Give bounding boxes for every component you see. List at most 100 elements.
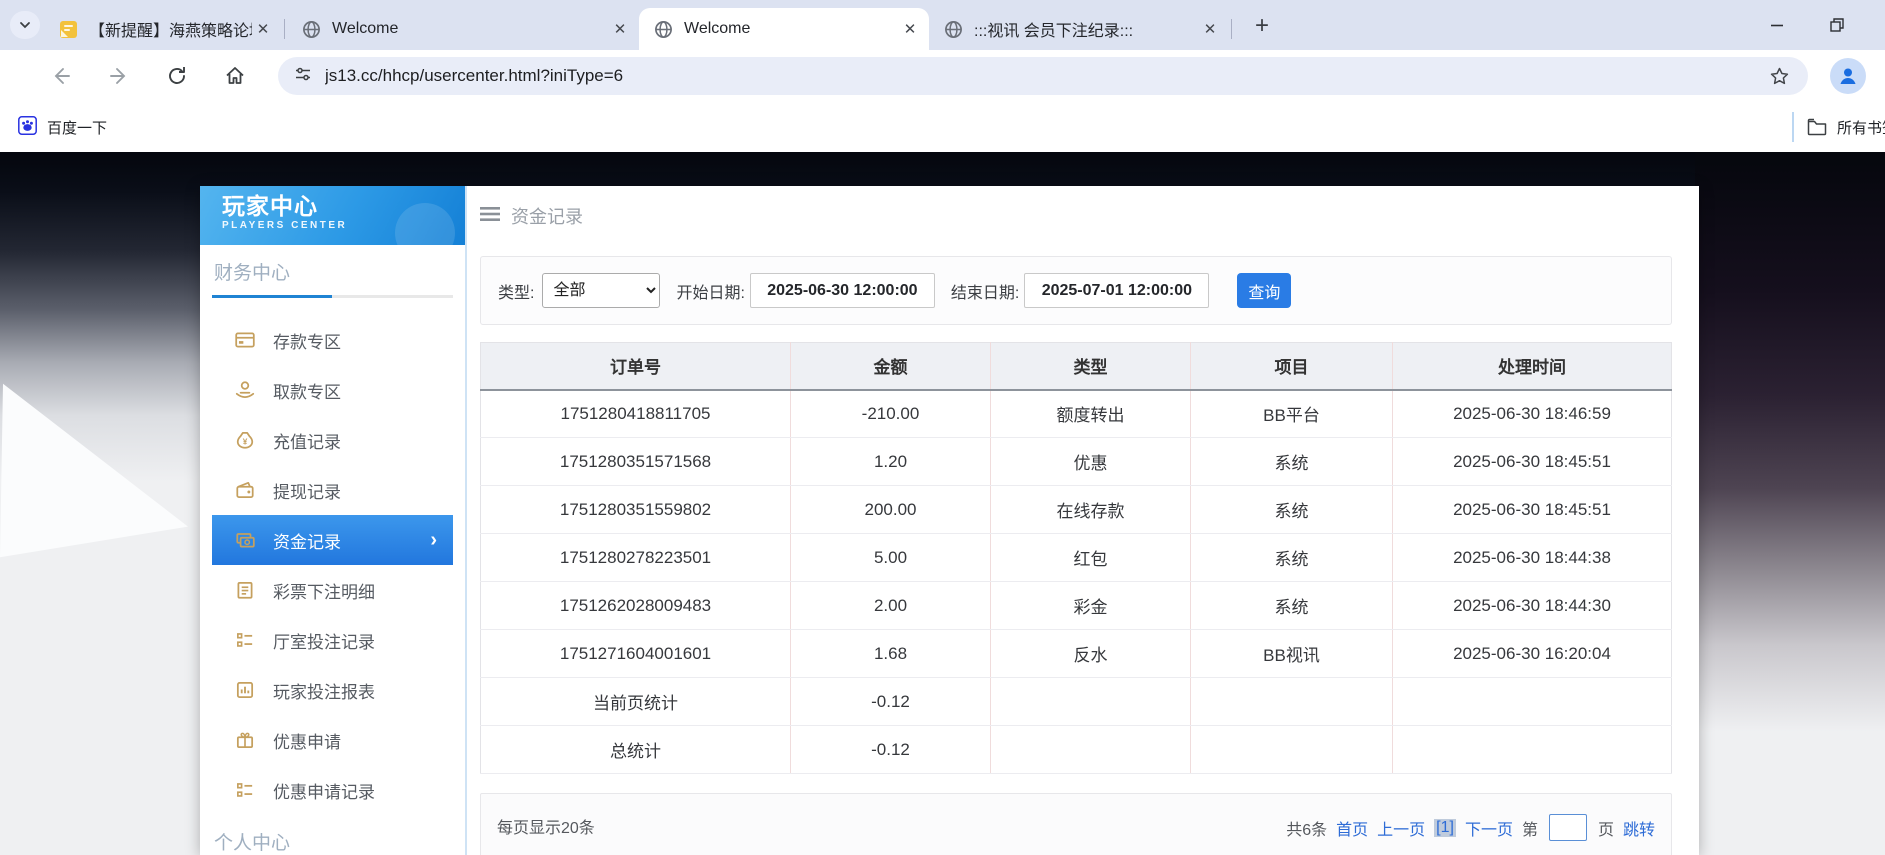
table-head: 订单号金额类型项目处理时间 [481,343,1672,390]
current-page-indicator: [1] [1434,819,1456,837]
all-bookmarks-button[interactable]: 所有书签 [1807,117,1885,138]
table-row: 1751271604001601 1.68 反水 BB视讯 2025-06-30… [481,630,1672,678]
menu-item-label: 优惠申请 [273,728,341,753]
forward-button[interactable] [104,62,134,90]
order-number-cell: 当前页统计 [481,678,791,726]
tab-close-icon[interactable]: ✕ [252,18,274,40]
sidebar-menu-item[interactable]: 资金记录 › [212,515,453,565]
back-button[interactable] [46,62,76,90]
globe-favicon [943,19,963,39]
table-row: 1751280351559802 200.00 在线存款 系统 2025-06-… [481,486,1672,534]
table-header-cell: 处理时间 [1393,343,1672,390]
site-settings-icon[interactable] [294,65,312,88]
finance-section-title: 财务中心 [212,245,453,285]
menu-toggle-icon[interactable] [480,206,500,227]
sidebar-menu-item[interactable]: 优惠申请 [212,715,453,765]
table-header-cell: 项目 [1191,343,1393,390]
window-minimize-button[interactable] [1756,10,1798,40]
bookmarks-bar: 百度一下 所有书签 [0,102,1885,152]
bookmarks-divider [1792,112,1794,142]
jump-prefix-text: 第 [1522,816,1538,840]
lottery-doc-icon [234,579,256,601]
browser-tab[interactable]: :::视讯 会员下注纪录::: ✕ [929,8,1229,50]
baidu-favicon [18,116,37,139]
table-header-cell: 类型 [991,343,1191,390]
sidebar-menu-item[interactable]: ¥ 充值记录 [212,415,453,465]
promo-gift-icon [234,729,256,751]
tab-search-chevron-icon[interactable] [10,11,40,39]
time-cell [1393,726,1672,774]
page-title: 资金记录 [511,203,583,229]
time-cell: 2025-06-30 18:44:30 [1393,582,1672,630]
type-cell [991,726,1191,774]
bookmark-star-icon[interactable] [1766,63,1792,89]
order-number-cell: 1751271604001601 [481,630,791,678]
search-button[interactable]: 查询 [1237,273,1291,308]
new-tab-button[interactable]: + [1248,12,1276,40]
reload-button[interactable] [162,62,192,90]
page-jump-input[interactable] [1549,814,1587,841]
sidebar-menu-item[interactable]: 取款专区 [212,365,453,415]
tab-title: Welcome [332,20,609,38]
page-content: 玩家中心 PLAYERS CENTER 财务中心 存款专区 取款专区 [0,152,1885,855]
table-row: 总统计 -0.12 [481,726,1672,774]
order-number-cell: 1751280418811705 [481,390,791,438]
type-cell: 反水 [991,630,1191,678]
table-header-cell: 金额 [791,343,991,390]
hall-list-icon [234,629,256,651]
menu-item-label: 存款专区 [273,328,341,353]
sidebar-menu-item[interactable]: 彩票下注明细 [212,565,453,615]
tab-close-icon[interactable]: ✕ [609,18,631,40]
chevron-right-icon: › [430,529,437,552]
deposit-card-icon [234,329,256,351]
browser-tab[interactable]: Welcome ✕ [639,8,929,50]
next-page-link[interactable]: 下一页 [1465,816,1513,840]
section-underline [212,295,453,298]
first-page-link[interactable]: 首页 [1336,816,1368,840]
filter-bar: 类型: 全部 开始日期: 结束日期: 查询 [480,256,1672,325]
svg-text:¥: ¥ [243,437,248,446]
amount-cell: 2.00 [791,582,991,630]
table-row: 1751280278223501 5.00 红包 系统 2025-06-30 1… [481,534,1672,582]
per-page-text: 每页显示20条 [497,814,595,838]
prev-page-link[interactable]: 上一页 [1377,816,1425,840]
fund-notes-icon [234,529,256,551]
home-button[interactable] [220,62,250,90]
jump-suffix-text: 页 [1598,816,1614,840]
table-header-cell: 订单号 [481,343,791,390]
sidebar-menu-items: 存款专区 取款专区 ¥ 充值记录 提现记录 [212,315,453,815]
address-bar[interactable]: js13.cc/hhcp/usercenter.html?iniType=6 [278,57,1808,95]
bookmark-baidu[interactable]: 百度一下 [12,112,113,142]
tab-strip: 【新提醒】海燕策略论坛综合交 ✕ Welcome ✕ Welcome ✕ :::… [0,0,1885,50]
project-cell: BB平台 [1191,390,1393,438]
menu-item-label: 彩票下注明细 [273,578,375,603]
sidebar-menu-item[interactable]: 提现记录 [212,465,453,515]
tab-close-icon[interactable]: ✕ [1199,18,1221,40]
browser-tab[interactable]: 【新提醒】海燕策略论坛综合交 ✕ [44,8,282,50]
window-restore-button[interactable] [1816,10,1858,40]
menu-item-label: 优惠申请记录 [273,778,375,803]
end-date-input[interactable] [1024,273,1209,308]
globe-favicon [653,19,673,39]
tab-list: 【新提醒】海燕策略论坛综合交 ✕ Welcome ✕ Welcome ✕ :::… [44,8,1234,50]
time-cell: 2025-06-30 18:45:51 [1393,486,1672,534]
type-select[interactable]: 全部 [542,273,660,308]
start-date-input[interactable] [750,273,935,308]
type-cell: 彩金 [991,582,1191,630]
sidebar-menu-item[interactable]: 玩家投注报表 [212,665,453,715]
pagination-bar: 每页显示20条 共6条 首页 上一页 [1] 下一页 第 页 跳转 [480,793,1672,855]
url-text[interactable]: js13.cc/hhcp/usercenter.html?iniType=6 [325,66,1766,86]
time-cell: 2025-06-30 18:46:59 [1393,390,1672,438]
sidebar-menu-item[interactable]: 优惠申请记录 [212,765,453,815]
bookmark-label: 百度一下 [47,117,107,138]
withdraw-hand-icon [234,379,256,401]
time-cell [1393,678,1672,726]
tab-separator [1231,19,1232,39]
jump-link[interactable]: 跳转 [1623,816,1655,840]
browser-tab[interactable]: Welcome ✕ [287,8,639,50]
tab-close-icon[interactable]: ✕ [899,18,921,40]
sidebar-menu-item[interactable]: 存款专区 [212,315,453,365]
profile-avatar[interactable] [1830,58,1866,94]
sidebar-menu-item[interactable]: 厅室投注记录 [212,615,453,665]
end-date-label: 结束日期: [951,279,1019,303]
